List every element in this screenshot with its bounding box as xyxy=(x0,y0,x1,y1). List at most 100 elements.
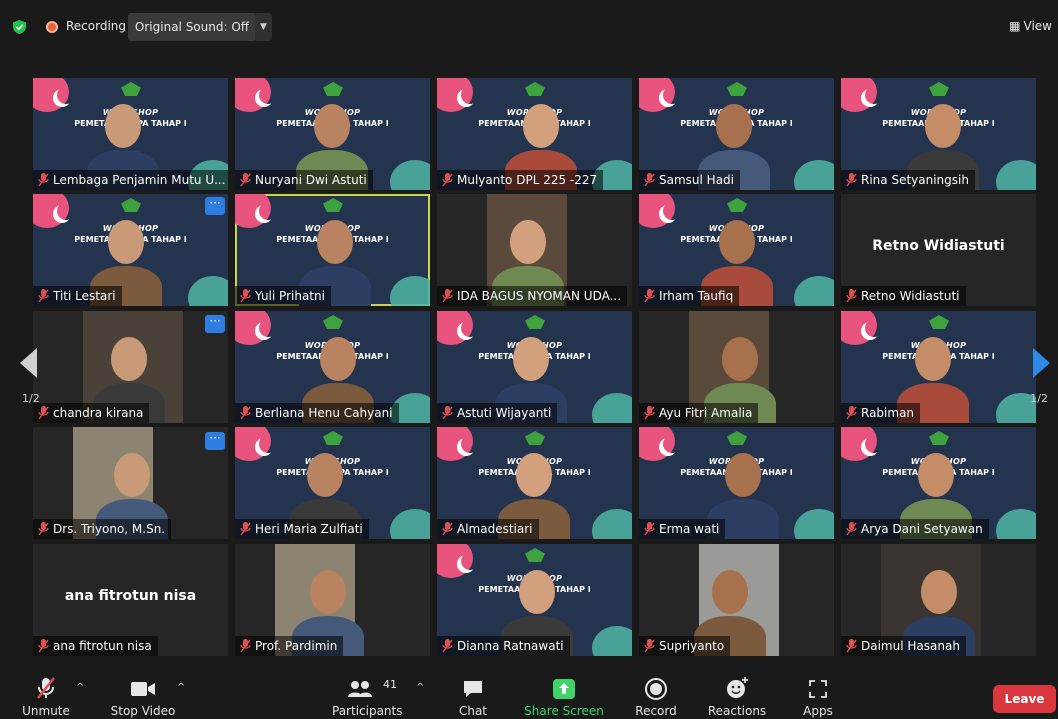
muted-mic-icon xyxy=(38,522,49,536)
moon-icon xyxy=(865,86,883,104)
stop-video-button[interactable]: Stop Video xyxy=(108,664,178,719)
decorative-circle xyxy=(996,160,1036,190)
muted-mic-icon xyxy=(37,677,55,699)
participant-video-tile[interactable]: WORKSHOPPEMETAAN PEPA TAHAP IMulyanto DP… xyxy=(437,78,632,190)
participant-name: Dianna Ratnawati xyxy=(457,639,564,653)
participant-name-tag: Irham Taufiq xyxy=(639,286,740,306)
participant-video-tile[interactable]: WORKSHOPPEMETAAN PEPA TAHAP ISamsul Hadi xyxy=(639,78,834,190)
moon-icon xyxy=(259,202,277,220)
reactions-button[interactable]: Reactions xyxy=(704,664,770,719)
participant-face xyxy=(516,453,552,497)
previous-page-button[interactable]: 1/2 xyxy=(0,320,40,410)
original-sound-button[interactable]: Original Sound: Off xyxy=(128,13,256,41)
muted-mic-icon xyxy=(38,406,49,420)
participant-face xyxy=(108,220,144,264)
participant-name-tag: Rabiman xyxy=(841,403,921,423)
reactions-emoji-icon xyxy=(727,677,748,698)
next-page-button[interactable]: 1/2 xyxy=(1026,320,1058,410)
leave-button[interactable]: Leave xyxy=(993,685,1056,713)
audio-options-caret[interactable]: ^ xyxy=(76,682,84,693)
decorative-circle xyxy=(188,276,228,306)
tile-more-options-button[interactable]: ··· xyxy=(205,315,225,333)
record-button[interactable]: Record xyxy=(628,664,684,719)
participant-name-tag: Prof. Pardimin xyxy=(235,636,344,656)
participant-name: IDA BAGUS NYOMAN UDA... xyxy=(457,289,622,303)
participant-video-tile[interactable]: WORKSHOPPEMETAAN PEPA TAHAP IArya Dani S… xyxy=(841,427,1036,539)
decorative-circle xyxy=(794,160,834,190)
participant-video-tile[interactable]: WORKSHOPPEMETAAN PEPA TAHAP IYuli Prihat… xyxy=(235,194,430,306)
participant-video-tile[interactable]: Prof. Pardimin xyxy=(235,544,430,656)
participant-name: Yuli Prihatni xyxy=(255,289,325,303)
participant-video-tile[interactable]: WORKSHOPPEMETAAN PEPA TAHAP IDianna Ratn… xyxy=(437,544,632,656)
unmute-button[interactable]: Unmute xyxy=(16,664,76,719)
participant-video-tile[interactable]: WORKSHOPPEMETAAN PEPA TAHAP ILembaga Pen… xyxy=(33,78,228,190)
participant-video-tile[interactable]: chandra kirana xyxy=(33,311,228,423)
university-logo xyxy=(727,431,747,445)
muted-mic-icon xyxy=(644,639,655,653)
chat-icon xyxy=(464,681,482,697)
reactions-label: Reactions xyxy=(707,704,767,718)
muted-mic-icon xyxy=(38,289,49,303)
participant-name-tag: Samsul Hadi xyxy=(639,170,740,190)
moon-icon xyxy=(57,86,75,104)
participant-video-tile[interactable]: WORKSHOPPEMETAAN PEPA TAHAP IRina Setyan… xyxy=(841,78,1036,190)
participant-name: Erma wati xyxy=(659,522,720,536)
participant-video-tile[interactable]: Supriyanto xyxy=(639,544,834,656)
muted-mic-icon xyxy=(846,406,857,420)
participant-video-tile[interactable]: WORKSHOPPEMETAAN PEPA TAHAP IAstuti Wija… xyxy=(437,311,632,423)
chat-button[interactable]: Chat xyxy=(448,664,498,719)
muted-mic-icon xyxy=(442,289,453,303)
university-logo xyxy=(525,431,545,445)
participant-name-tag: Drs. Triyono, M.Sn. xyxy=(33,519,172,539)
participant-video-tile[interactable]: WORKSHOPPEMETAAN PEPA TAHAP IAlmadestiar… xyxy=(437,427,632,539)
participant-face xyxy=(925,104,961,148)
participant-face xyxy=(513,337,549,381)
participant-video-tile[interactable]: WORKSHOPPEMETAAN PEPA TAHAP IHeri Maria … xyxy=(235,427,430,539)
tile-more-options-button[interactable]: ··· xyxy=(205,432,225,450)
recording-icon xyxy=(46,21,58,33)
muted-mic-icon xyxy=(846,522,857,536)
participant-video-tile[interactable]: ana fitrotun nisa ana fitrotun nisa xyxy=(33,544,228,656)
participant-video-tile[interactable]: Ayu Fitri Amalia xyxy=(639,311,834,423)
participant-video-tile[interactable]: WORKSHOPPEMETAAN PEPA TAHAP IBerliana He… xyxy=(235,311,430,423)
muted-mic-icon xyxy=(846,173,857,187)
video-options-caret[interactable]: ^ xyxy=(177,682,185,693)
participant-video-tile[interactable]: WORKSHOPPEMETAAN PEPA TAHAP INuryani Dwi… xyxy=(235,78,430,190)
participants-button[interactable]: 41 Participants xyxy=(332,664,403,719)
original-sound-dropdown[interactable]: ▼ xyxy=(255,13,272,41)
participant-video-tile[interactable]: WORKSHOPPEMETAAN PEPA TAHAP ITiti Lestar… xyxy=(33,194,228,306)
participant-name-tag: Arya Dani Setyawan xyxy=(841,519,989,539)
university-logo xyxy=(323,315,343,329)
view-button[interactable]: ▦ View xyxy=(1009,19,1052,33)
participant-video-tile[interactable]: WORKSHOPPEMETAAN PEPA TAHAP IIrham Taufi… xyxy=(639,194,834,306)
participant-video-tile[interactable]: Drs. Triyono, M.Sn. xyxy=(33,427,228,539)
participant-face xyxy=(510,220,546,264)
participant-name: Arya Dani Setyawan xyxy=(861,522,983,536)
shield-icon[interactable] xyxy=(13,20,26,34)
muted-mic-icon xyxy=(442,173,453,187)
university-logo xyxy=(929,431,949,445)
participants-options-caret[interactable]: ^ xyxy=(416,682,424,693)
university-logo xyxy=(727,82,747,96)
participant-video-tile[interactable]: WORKSHOPPEMETAAN PEPA TAHAP IRabiman xyxy=(841,311,1036,423)
participant-video-tile[interactable]: WORKSHOPPEMETAAN PEPA TAHAP IErma wati xyxy=(639,427,834,539)
participant-video-tile[interactable]: Daimul Hasanah xyxy=(841,544,1036,656)
university-logo xyxy=(929,315,949,329)
moon-icon xyxy=(663,86,681,104)
participant-video-tile[interactable]: Retno Widiastuti Retno Widiastuti xyxy=(841,194,1036,306)
participant-face xyxy=(719,220,755,264)
participant-video-tile[interactable]: IDA BAGUS NYOMAN UDA... xyxy=(437,194,632,306)
tile-more-options-button[interactable]: ··· xyxy=(205,197,225,215)
participant-face xyxy=(114,453,150,497)
participant-display-name: Retno Widiastuti xyxy=(872,238,1005,254)
share-screen-button[interactable]: Share Screen xyxy=(524,664,604,719)
moon-icon xyxy=(663,202,681,220)
participant-face xyxy=(725,453,761,497)
participant-face xyxy=(111,337,147,381)
participant-name: Lembaga Penjamin Mutu U... xyxy=(53,173,226,187)
moon-icon xyxy=(663,435,681,453)
recording-label: Recording xyxy=(66,19,127,33)
participant-name-tag: Daimul Hasanah xyxy=(841,636,966,656)
participants-label: Participants xyxy=(332,704,403,718)
apps-button[interactable]: Apps xyxy=(796,664,840,719)
